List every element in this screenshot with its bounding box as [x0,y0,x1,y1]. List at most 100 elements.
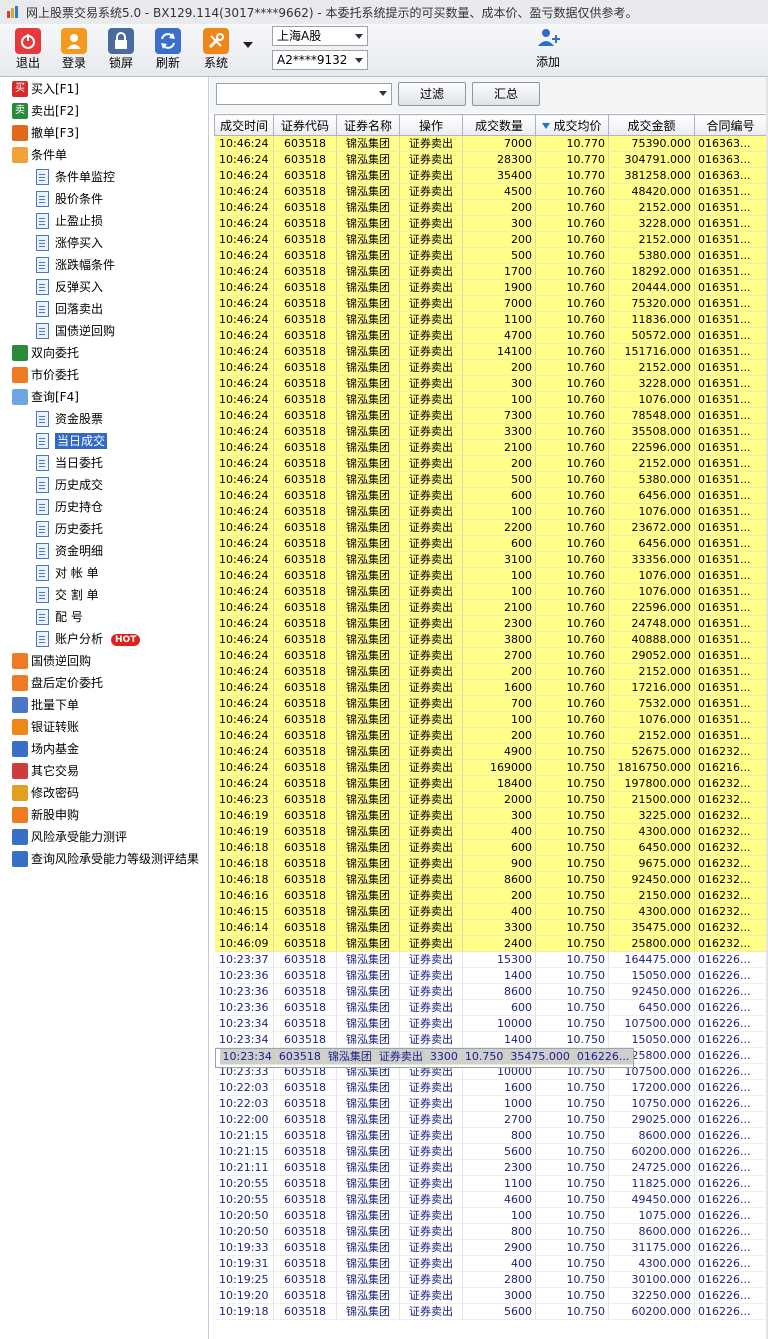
sidebar-item-9[interactable]: 反弹买入 [36,277,103,297]
table-row[interactable]: 10:19:18 603518 锦泓集团 证券卖出 5600 10.750 60200.00… [214,1303,767,1320]
account-select[interactable]: A2****9132 [272,50,368,70]
table-row[interactable]: 10:46:24 603518 锦泓集团 证券卖出 100 10.760 1076.000 0… [214,711,767,728]
filter-button[interactable]: 过滤 [398,82,466,106]
table-row[interactable]: 10:19:31 603518 锦泓集团 证券卖出 400 10.750 4300.000 0… [214,1255,767,1272]
sidebar-item-28[interactable]: 批量下单 [12,695,79,715]
sidebar-item-3[interactable]: 条件单 [12,145,67,165]
table-row[interactable]: 10:46:14 603518 锦泓集团 证券卖出 3300 10.750 35475.00… [214,919,767,936]
table-row[interactable]: 10:46:19 603518 锦泓集团 证券卖出 400 10.750 4300.000 0… [214,823,767,840]
table-row[interactable]: 10:46:24 603518 锦泓集团 证券卖出 700 10.760 7532.000 0… [214,695,767,712]
table-row[interactable]: 10:46:24 603518 锦泓集团 证券卖出 300 10.760 3228.000 0… [214,215,767,232]
sidebar-item-17[interactable]: 当日委托 [36,453,103,473]
table-row[interactable]: 10:46:24 603518 锦泓集团 证券卖出 7300 10.760 78548.00… [214,407,767,424]
table-row[interactable]: 10:20:55 603518 锦泓集团 证券卖出 4600 10.750 49450.00… [214,1191,767,1208]
sidebar-item-35[interactable]: 查询风险承受能力等级测评结果 [12,849,199,869]
sidebar-item-34[interactable]: 风险承受能力测评 [12,827,127,847]
sidebar-item-25[interactable]: 账户分析 HOT [36,629,141,649]
table-row[interactable]: 10:46:24 603518 锦泓集团 证券卖出 200 10.760 2152.000 0… [214,727,767,744]
market-select[interactable]: 上海A股 [272,26,368,46]
table-row[interactable]: 10:23:36 603518 锦泓集团 证券卖出 600 10.750 6450.000 0… [214,999,767,1016]
table-row[interactable]: 10:46:24 603518 锦泓集团 证券卖出 2700 10.760 29052.00… [214,647,767,664]
sidebar-item-11[interactable]: 国债逆回购 [36,321,115,341]
table-row[interactable]: 10:46:24 603518 锦泓集团 证券卖出 600 10.760 6456.000 0… [214,535,767,552]
table-row[interactable]: 10:46:18 603518 锦泓集团 证券卖出 8600 10.750 92450.00… [214,871,767,888]
table-row[interactable]: 10:23:34 603518 锦泓集团 证券卖出 3300 10.750 35475.00… [214,1048,635,1068]
table-row[interactable]: 10:46:24 603518 锦泓集团 证券卖出 4500 10.760 48420.00… [214,183,767,200]
table-row[interactable]: 10:22:03 603518 锦泓集团 证券卖出 1000 10.750 10750.00… [214,1095,767,1112]
table-row[interactable]: 10:20:55 603518 锦泓集团 证券卖出 1100 10.750 11825.00… [214,1175,767,1192]
column-header[interactable]: 合同编号 [694,114,767,136]
table-row[interactable]: 10:19:25 603518 锦泓集团 证券卖出 2800 10.750 30100.00… [214,1271,767,1288]
table-row[interactable]: 10:23:37 603518 锦泓集团 证券卖出 15300 10.750 164475.… [214,951,767,968]
sidebar-item-6[interactable]: 止盈止损 [36,211,103,231]
table-row[interactable]: 10:46:24 603518 锦泓集团 证券卖出 3800 10.760 40888.00… [214,631,767,648]
table-row[interactable]: 10:46:24 603518 锦泓集团 证券卖出 300 10.760 3228.000 0… [214,375,767,392]
table-row[interactable]: 10:46:24 603518 锦泓集团 证券卖出 18400 10.750 197800.… [214,775,767,792]
sidebar-item-32[interactable]: 修改密码 [12,783,79,803]
add-account-button[interactable]: 添加 [528,26,568,70]
table-row[interactable]: 10:46:24 603518 锦泓集团 证券卖出 100 10.760 1076.000 0… [214,391,767,408]
table-row[interactable]: 10:46:24 603518 锦泓集团 证券卖出 100 10.760 1076.000 0… [214,583,767,600]
sidebar-item-19[interactable]: 历史持仓 [36,497,103,517]
system-button[interactable]: 系统 [194,26,238,74]
sidebar-item-20[interactable]: 历史委托 [36,519,103,539]
table-row[interactable]: 10:46:24 603518 锦泓集团 证券卖出 500 10.760 5380.000 0… [214,471,767,488]
table-row[interactable]: 10:20:50 603518 锦泓集团 证券卖出 800 10.750 8600.000 0… [214,1223,767,1240]
sidebar-item-22[interactable]: 对 帐 单 [36,563,99,583]
table-row[interactable]: 10:46:18 603518 锦泓集团 证券卖出 600 10.750 6450.000 0… [214,839,767,856]
table-row[interactable]: 10:46:24 603518 锦泓集团 证券卖出 169000 10.750 181675… [214,759,767,776]
table-row[interactable]: 10:21:15 603518 锦泓集团 证券卖出 800 10.750 8600.000 0… [214,1127,767,1144]
column-header[interactable]: 成交时间 [214,114,274,136]
table-row[interactable]: 10:46:24 603518 锦泓集团 证券卖出 2200 10.760 23672.00… [214,519,767,536]
table-row[interactable]: 10:46:24 603518 锦泓集团 证券卖出 1600 10.760 17216.00… [214,679,767,696]
table-row[interactable]: 10:23:36 603518 锦泓集团 证券卖出 8600 10.750 92450.00… [214,983,767,1000]
sidebar-item-31[interactable]: 其它交易 [12,761,79,781]
table-row[interactable]: 10:46:24 603518 锦泓集团 证券卖出 1100 10.760 11836.00… [214,311,767,328]
table-row[interactable]: 10:46:24 603518 锦泓集团 证券卖出 3300 10.760 35508.00… [214,423,767,440]
table-row[interactable]: 10:23:34 603518 锦泓集团 证券卖出 10000 10.750 107500.… [214,1015,767,1032]
column-header[interactable]: 操作 [399,114,463,136]
table-row[interactable]: 10:46:24 603518 锦泓集团 证券卖出 2100 10.760 22596.00… [214,439,767,456]
table-row[interactable]: 10:46:24 603518 锦泓集团 证券卖出 100 10.760 1076.000 0… [214,503,767,520]
table-row[interactable]: 10:46:24 603518 锦泓集团 证券卖出 600 10.760 6456.000 0… [214,487,767,504]
login-button[interactable]: 登录 [52,26,96,74]
sidebar-item-12[interactable]: 双向委托 [12,343,79,363]
sidebar-item-24[interactable]: 配 号 [36,607,83,627]
table-row[interactable]: 10:46:18 603518 锦泓集团 证券卖出 900 10.750 9675.000 0… [214,855,767,872]
sidebar-item-26[interactable]: 国债逆回购 [12,651,91,671]
lock-screen-button[interactable]: 锁屏 [99,26,143,74]
sidebar-item-10[interactable]: 回落卖出 [36,299,103,319]
sidebar-item-27[interactable]: 盘后定价委托 [12,673,103,693]
sidebar-item-0[interactable]: 买买入[F1] [12,79,79,99]
sidebar-item-23[interactable]: 交 割 单 [36,585,99,605]
table-row[interactable]: 10:46:24 603518 锦泓集团 证券卖出 200 10.760 2152.000 0… [214,231,767,248]
table-row[interactable]: 10:23:34 603518 锦泓集团 证券卖出 1400 10.750 15050.00… [214,1031,767,1048]
sidebar-item-8[interactable]: 涨跌幅条件 [36,255,115,275]
table-row[interactable]: 10:46:24 603518 锦泓集团 证券卖出 14100 10.760 151716.… [214,343,767,360]
table-row[interactable]: 10:46:24 603518 锦泓集团 证券卖出 200 10.760 2152.000 0… [214,663,767,680]
table-row[interactable]: 10:46:24 603518 锦泓集团 证券卖出 28300 10.770 304791.… [214,151,767,168]
sidebar-item-15[interactable]: 资金股票 [36,409,103,429]
sidebar-item-14[interactable]: 查询[F4] [12,387,79,407]
table-row[interactable]: 10:46:19 603518 锦泓集团 证券卖出 300 10.750 3225.000 0… [214,807,767,824]
sidebar-item-16[interactable]: 当日成交 [36,431,108,451]
table-row[interactable]: 10:46:24 603518 锦泓集团 证券卖出 2100 10.760 22596.00… [214,599,767,616]
table-row[interactable]: 10:23:36 603518 锦泓集团 证券卖出 1400 10.750 15050.00… [214,967,767,984]
table-row[interactable]: 10:20:50 603518 锦泓集团 证券卖出 100 10.750 1075.000 0… [214,1207,767,1224]
sidebar-item-1[interactable]: 卖卖出[F2] [12,101,79,121]
table-row[interactable]: 10:46:24 603518 锦泓集团 证券卖出 4700 10.760 50572.00… [214,327,767,344]
table-row[interactable]: 10:22:00 603518 锦泓集团 证券卖出 2700 10.750 29025.00… [214,1111,767,1128]
column-header[interactable]: 成交均价 [535,114,609,136]
sidebar-item-33[interactable]: 新股申购 [12,805,79,825]
table-row[interactable]: 10:21:11 603518 锦泓集团 证券卖出 2300 10.750 24725.00… [214,1159,767,1176]
column-header[interactable]: 成交金额 [608,114,695,136]
table-row[interactable]: 10:46:09 603518 锦泓集团 证券卖出 2400 10.750 25800.00… [214,935,767,952]
table-row[interactable]: 10:21:15 603518 锦泓集团 证券卖出 5600 10.750 60200.00… [214,1143,767,1160]
column-header[interactable]: 证券名称 [336,114,400,136]
exit-button[interactable]: 退出 [6,26,50,74]
table-row[interactable]: 10:46:24 603518 锦泓集团 证券卖出 1900 10.760 20444.00… [214,279,767,296]
sidebar-item-4[interactable]: 条件单监控 [36,167,115,187]
table-row[interactable]: 10:46:24 603518 锦泓集团 证券卖出 35400 10.770 381258.… [214,167,767,184]
sidebar-item-2[interactable]: 撤单[F3] [12,123,79,143]
table-row[interactable]: 10:19:33 603518 锦泓集团 证券卖出 2900 10.750 31175.00… [214,1239,767,1256]
